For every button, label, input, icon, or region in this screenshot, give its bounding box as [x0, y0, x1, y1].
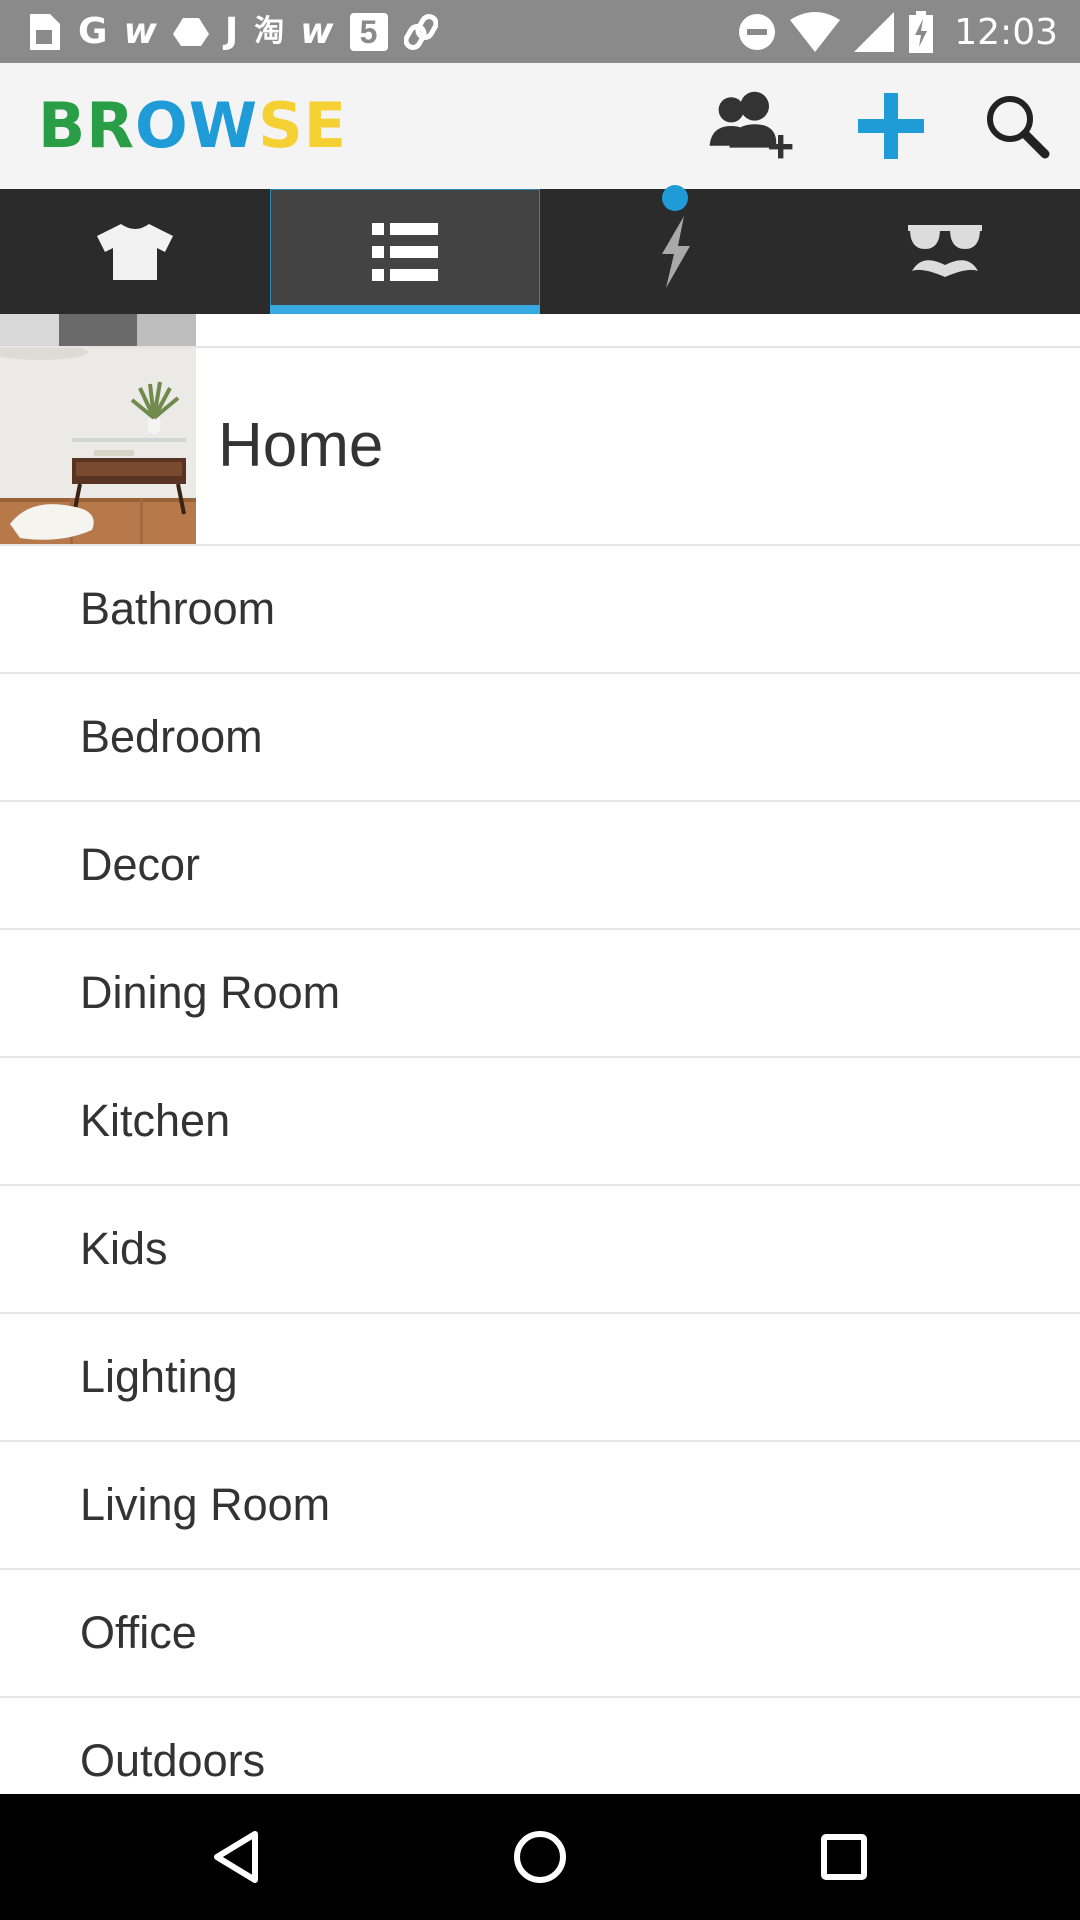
- notification-icons: G w J 淘 w 5: [26, 8, 438, 56]
- tab-activity[interactable]: [540, 185, 810, 314]
- system-navigation-bar: [0, 1794, 1080, 1920]
- list-item-label: Bathroom: [80, 583, 276, 634]
- subcategory-list: Bathroom Bedroom Decor Dining Room Kitch…: [0, 546, 1080, 1794]
- home-category-thumbnail: [0, 348, 196, 544]
- list-item-label: Lighting: [80, 1351, 238, 1402]
- app-title: BROWSE: [38, 91, 347, 161]
- category-header-home[interactable]: Home: [0, 348, 1080, 546]
- wish-icon: w: [300, 11, 334, 52]
- list-item-label: Decor: [80, 839, 201, 890]
- list-item-label: Outdoors: [80, 1735, 266, 1786]
- gmail-g-icon: G: [78, 11, 108, 52]
- tab-profile[interactable]: [810, 189, 1080, 314]
- list-item-label: Office: [80, 1607, 197, 1658]
- signal-icon: [854, 12, 895, 52]
- recents-button[interactable]: [804, 1817, 884, 1897]
- clock: 12:03: [954, 11, 1058, 53]
- recents-icon: [821, 1834, 867, 1880]
- list-item[interactable]: Dining Room: [0, 930, 1080, 1058]
- list-item[interactable]: Kids: [0, 1186, 1080, 1314]
- category-title: Home: [218, 411, 384, 480]
- add-friend-icon: [709, 91, 793, 159]
- link-icon: [403, 14, 438, 50]
- search-button[interactable]: [972, 81, 1062, 171]
- taobao-icon: 淘: [254, 14, 285, 49]
- wish-icon: w: [123, 11, 157, 52]
- notification-dot: [662, 185, 688, 211]
- add-friend-button[interactable]: [706, 81, 796, 171]
- category-list-area[interactable]: Home Bathroom Bedroom Decor Dining Room …: [0, 314, 1080, 1794]
- brand-part-3: SE: [258, 89, 348, 162]
- add-button[interactable]: [846, 81, 936, 171]
- tab-shop[interactable]: [0, 189, 270, 314]
- home-button[interactable]: [500, 1817, 580, 1897]
- list-item[interactable]: Living Room: [0, 1442, 1080, 1570]
- list-item[interactable]: Lighting: [0, 1314, 1080, 1442]
- back-button[interactable]: [196, 1817, 276, 1897]
- list-item[interactable]: Outdoors: [0, 1698, 1080, 1794]
- j-app-icon: J: [224, 11, 239, 52]
- lightning-icon: [662, 215, 690, 288]
- brand-part-2: OW: [135, 89, 259, 162]
- do-not-disturb-icon: [739, 14, 776, 50]
- html5-icon: 5: [349, 13, 388, 51]
- sim-card-icon: [30, 14, 60, 50]
- tshirt-icon: [97, 223, 173, 280]
- plus-icon: [858, 93, 924, 159]
- back-icon: [214, 1831, 258, 1883]
- drive-icon: [172, 18, 209, 46]
- brand-part-1: BR: [38, 89, 135, 162]
- battery-charging-icon: [909, 11, 934, 53]
- list-item[interactable]: Bedroom: [0, 674, 1080, 802]
- wifi-icon: [790, 12, 841, 52]
- list-item-label: Living Room: [80, 1479, 331, 1530]
- app-bar: BROWSE: [0, 63, 1080, 189]
- list-item-label: Kids: [80, 1223, 168, 1274]
- status-bar: G w J 淘 w 5 12:03: [0, 0, 1080, 63]
- previous-category-row[interactable]: [0, 314, 1080, 348]
- list-item[interactable]: Kitchen: [0, 1058, 1080, 1186]
- list-item-label: Kitchen: [80, 1095, 231, 1146]
- home-icon: [514, 1831, 566, 1883]
- list-item[interactable]: Decor: [0, 802, 1080, 930]
- list-item-label: Bedroom: [80, 711, 263, 762]
- previous-category-thumbnail: [0, 314, 196, 346]
- sunglasses-mustache-icon: [908, 224, 982, 277]
- list-icon: [372, 222, 438, 281]
- search-icon: [987, 96, 1050, 159]
- system-icons: 12:03: [738, 8, 1058, 56]
- tab-bar: [0, 185, 1080, 314]
- tab-browse[interactable]: [270, 189, 540, 314]
- list-item[interactable]: Bathroom: [0, 546, 1080, 674]
- list-item[interactable]: Office: [0, 1570, 1080, 1698]
- list-item-label: Dining Room: [80, 967, 341, 1018]
